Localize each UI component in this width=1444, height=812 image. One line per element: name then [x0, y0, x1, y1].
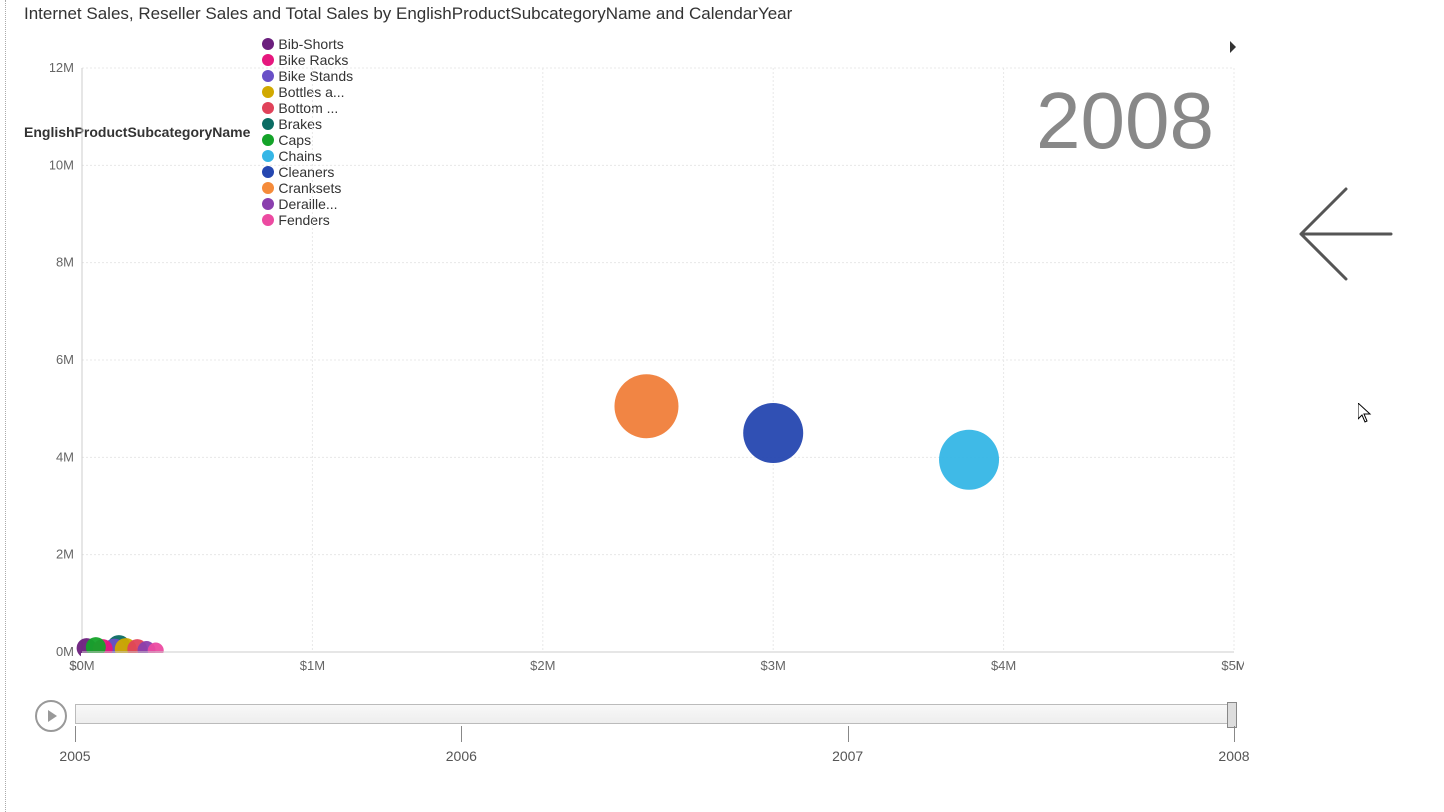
timeline-year-label: 2005: [59, 748, 90, 764]
y-tick-label: 6M: [56, 352, 74, 367]
y-tick-label: 4M: [56, 449, 74, 464]
timeline-track[interactable]: [75, 704, 1234, 724]
y-tick-label: 0M: [56, 644, 74, 659]
timeline-tick: [848, 726, 849, 742]
svg-text:$2M: $2M: [530, 658, 555, 673]
play-icon: [48, 710, 57, 722]
timeline: 2005200620072008: [35, 694, 1244, 774]
legend-item-label: Bib-Shorts: [278, 36, 343, 52]
timeline-year-label: 2006: [446, 748, 477, 764]
legend-color-dot: [262, 38, 274, 50]
timeline-year-label: 2008: [1218, 748, 1249, 764]
year-watermark: 2008: [1036, 76, 1214, 165]
y-tick-label: 12M: [50, 60, 74, 75]
plot-area: 0M2M4M6M8M10M12M$0M$1M$2M$3M$4M$5MIntern…: [50, 60, 1244, 698]
chart-title: Internet Sales, Reseller Sales and Total…: [24, 4, 792, 24]
svg-text:$3M: $3M: [761, 658, 786, 673]
timeline-ticks: 2005200620072008: [75, 726, 1234, 766]
mouse-cursor-icon: [1358, 403, 1374, 423]
selection-marquee-left: [5, 0, 6, 812]
timeline-tick: [75, 726, 76, 742]
y-tick-label: 2M: [56, 547, 74, 562]
timeline-tick: [461, 726, 462, 742]
legend-item[interactable]: Bib-Shorts: [262, 36, 353, 52]
bubble[interactable]: [614, 374, 678, 438]
timeline-handle[interactable]: [1227, 702, 1237, 728]
svg-text:$0M: $0M: [69, 658, 94, 673]
legend-scroll-right-icon[interactable]: [1228, 40, 1238, 54]
bubble[interactable]: [743, 403, 803, 463]
y-tick-label: 8M: [56, 255, 74, 270]
timeline-tick: [1234, 726, 1235, 742]
y-tick-label: 10M: [50, 157, 74, 172]
timeline-year-label: 2007: [832, 748, 863, 764]
bubble[interactable]: [939, 430, 999, 490]
svg-text:$1M: $1M: [300, 658, 325, 673]
annotation-arrow-icon: [1296, 184, 1396, 284]
play-button[interactable]: [35, 700, 67, 732]
svg-text:$4M: $4M: [991, 658, 1016, 673]
svg-text:$5M: $5M: [1221, 658, 1244, 673]
